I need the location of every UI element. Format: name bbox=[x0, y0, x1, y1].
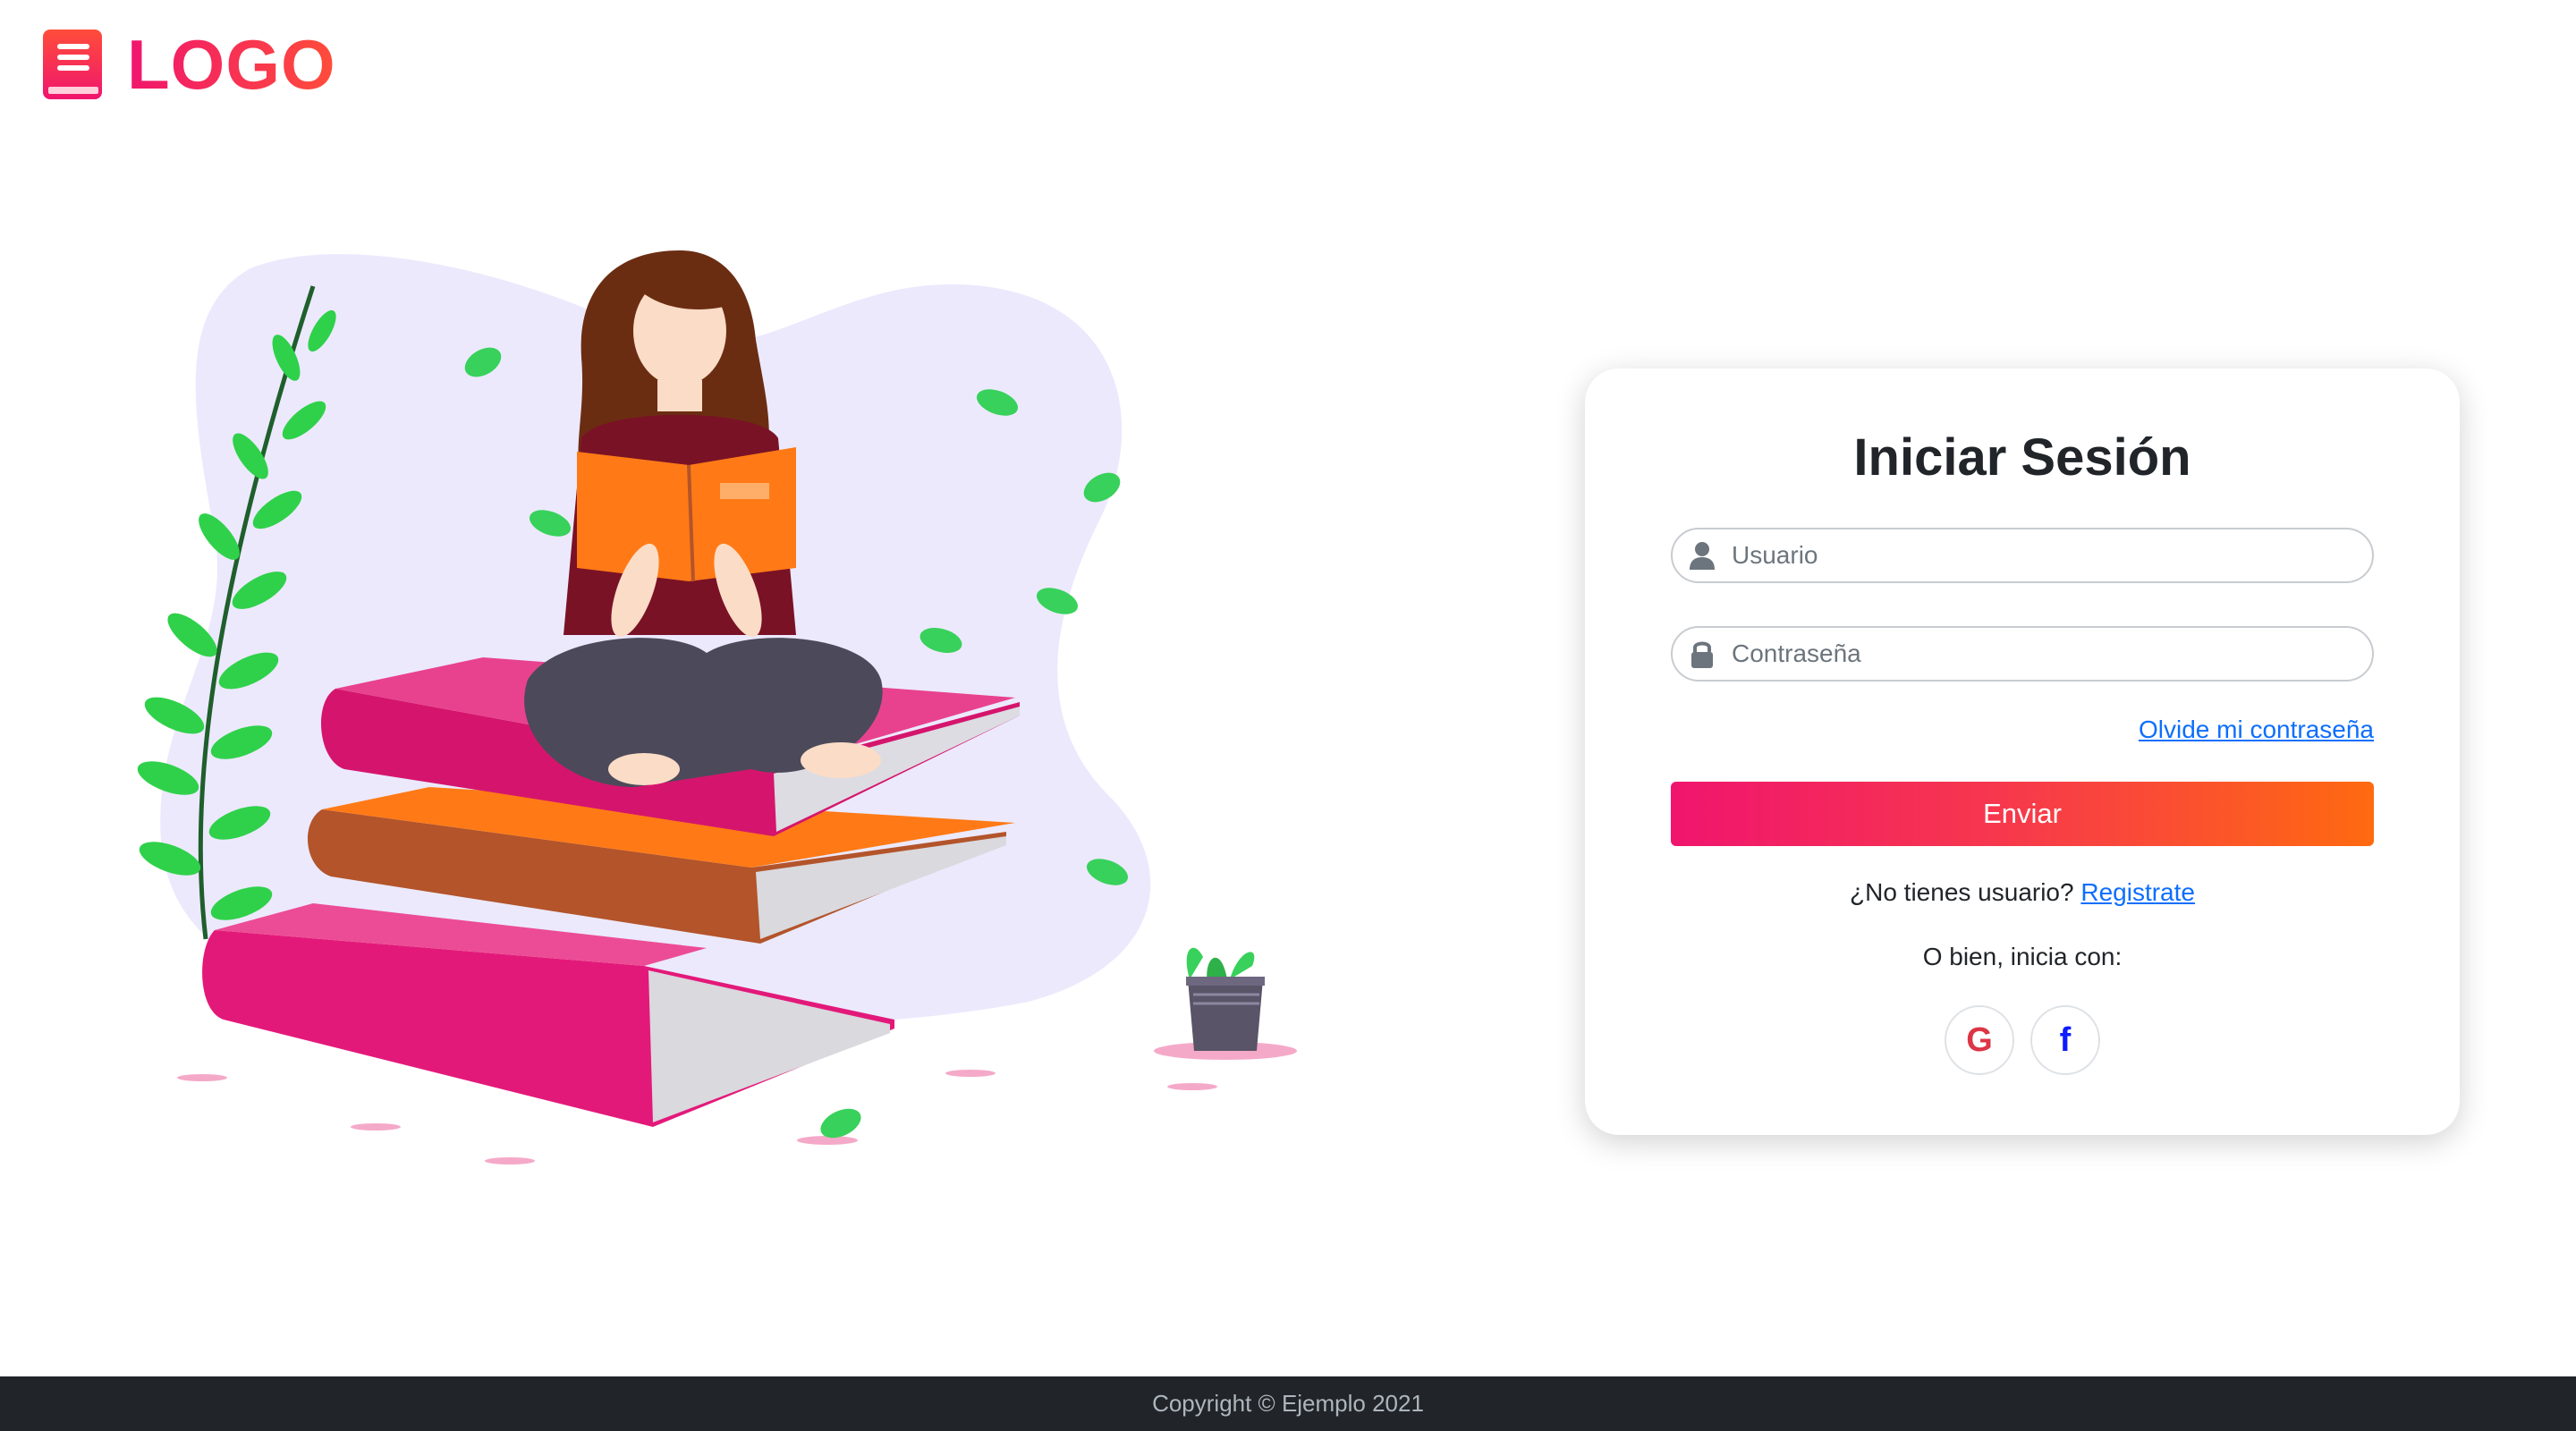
register-line: ¿No tienes usuario? Registrate bbox=[1585, 878, 2460, 907]
submit-button[interactable]: Enviar bbox=[1671, 782, 2374, 846]
footer: Copyright © Ejemplo 2021 bbox=[0, 1376, 2576, 1431]
username-field[interactable] bbox=[1671, 528, 2374, 583]
login-title: Iniciar Sesión bbox=[1853, 428, 2191, 487]
password-input[interactable] bbox=[1730, 639, 2372, 669]
book-logo-icon bbox=[43, 30, 102, 99]
register-link[interactable]: Registrate bbox=[2080, 878, 2195, 906]
logo-text: LOGO bbox=[127, 25, 336, 104]
reading-girl-illustration bbox=[137, 250, 1297, 1164]
password-field[interactable] bbox=[1671, 626, 2374, 682]
lock-icon bbox=[1691, 641, 1713, 668]
forgot-password-link[interactable]: Olvide mi contraseña bbox=[2139, 716, 2374, 744]
copyright-text: Copyright © Ejemplo 2021 bbox=[1152, 1390, 1424, 1417]
facebook-icon: f bbox=[2059, 1020, 2072, 1059]
login-card: Iniciar Sesión Olvide mi contraseña Envi… bbox=[1585, 368, 2460, 1135]
alt-login-text: O bien, inicia con: bbox=[1922, 943, 2123, 970]
username-input[interactable] bbox=[1730, 540, 2372, 571]
user-icon bbox=[1690, 542, 1715, 570]
google-login-button[interactable]: G bbox=[1945, 1005, 2014, 1075]
potted-plant bbox=[1186, 947, 1265, 1051]
facebook-login-button[interactable]: f bbox=[2030, 1005, 2100, 1075]
register-prompt: ¿No tienes usuario? bbox=[1850, 878, 2074, 906]
google-icon: G bbox=[1966, 1020, 1993, 1059]
logo[interactable]: LOGO bbox=[41, 27, 336, 102]
